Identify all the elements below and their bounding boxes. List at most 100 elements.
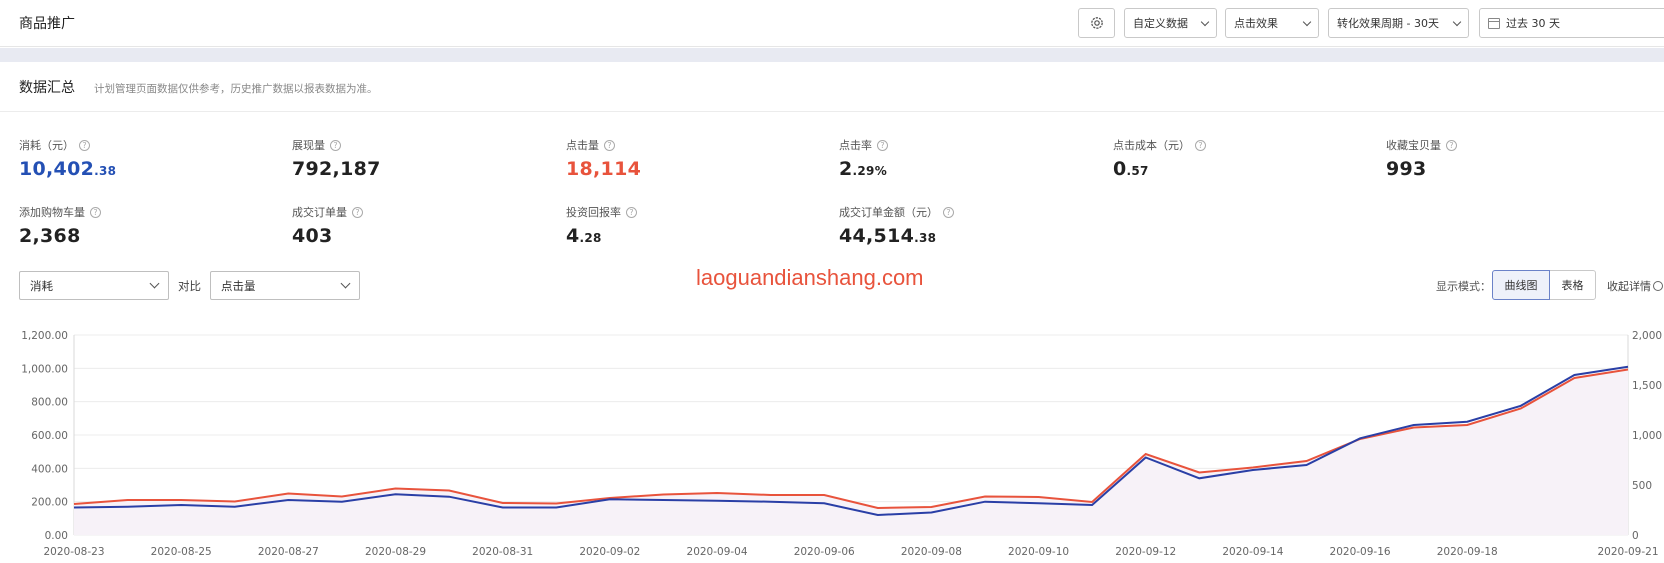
metric-value: 18,114 <box>566 158 642 180</box>
metric-order-amount: 成交订单金额（元）? 44,514.38 <box>839 204 954 247</box>
help-icon[interactable]: ? <box>79 139 90 151</box>
y-tick-label: 800.00 <box>31 397 68 409</box>
x-axis: 2020-08-23 2020-08-25 2020-08-27 2020-08-29… <box>43 546 1658 558</box>
summary-header: 数据汇总 计划管理页面数据仅供参考，历史推广数据以报表数据为准。 <box>0 63 1664 112</box>
metric-label: 点击量 <box>566 139 599 152</box>
help-icon[interactable]: ? <box>1446 139 1457 151</box>
metric-value: 993 <box>1386 158 1427 180</box>
metric-value: 2,368 <box>19 225 81 247</box>
x-tick-label: 2020-09-16 <box>1330 546 1391 558</box>
y-axis-right: 0 500 1,000 1,500 2,000 <box>1632 330 1662 542</box>
custom-data-label: 自定义数据 <box>1133 17 1188 30</box>
summary-note: 计划管理页面数据仅供参考，历史推广数据以报表数据为准。 <box>94 83 378 95</box>
y-tick-label: 1,200.00 <box>21 330 68 342</box>
page-title: 商品推广 <box>19 16 75 32</box>
mode-curve-button[interactable]: 曲线图 <box>1492 270 1550 300</box>
metric-favorites: 收藏宝贝量? 993 <box>1386 137 1457 180</box>
metric-label: 点击率 <box>839 139 872 152</box>
section-divider-band <box>0 48 1664 62</box>
watermark-text: laoguandianshang.com <box>696 265 924 290</box>
clicks-area <box>74 369 1628 535</box>
y2-tick-label: 500 <box>1632 480 1652 492</box>
chevron-down-icon <box>1302 17 1312 26</box>
y2-tick-label: 1,500 <box>1632 380 1662 392</box>
top-bar: 商品推广 自定义数据 点击效果 转化效果周期 - 30天 过去 30 天 <box>0 0 1664 47</box>
metric-clicks: 点击量? 18,114 <box>566 137 641 180</box>
chevron-down-icon <box>1452 17 1462 26</box>
metric-value: 10,402.38 <box>19 158 117 180</box>
metric-ctr: 点击率? 2.29% <box>839 137 888 180</box>
display-mode-label: 显示模式： <box>1436 280 1491 293</box>
help-icon[interactable]: ? <box>626 206 637 218</box>
compare-label: 对比 <box>178 279 201 293</box>
chevron-down-icon <box>340 278 351 289</box>
metric-label: 展现量 <box>292 139 325 152</box>
metric-value: 2.29% <box>839 158 888 180</box>
y-tick-label: 200.00 <box>31 497 68 509</box>
help-icon[interactable]: ? <box>877 139 888 151</box>
summary-title: 数据汇总 <box>19 80 75 96</box>
help-icon[interactable]: ? <box>1195 139 1206 151</box>
date-range-picker[interactable]: 过去 30 天 <box>1479 8 1664 38</box>
y2-tick-label: 2,000 <box>1632 330 1662 342</box>
metric-value: 4.28 <box>566 225 602 247</box>
metric-spend: 消耗（元）? 10,402.38 <box>19 137 116 180</box>
metric-label: 成交订单金额（元） <box>839 206 938 219</box>
x-tick-label: 2020-08-29 <box>365 546 426 558</box>
y-tick-label: 0.00 <box>45 530 68 542</box>
custom-data-dropdown[interactable]: 自定义数据 <box>1124 8 1217 38</box>
chevron-down-icon <box>1200 17 1210 26</box>
collapse-label: 收起详情 <box>1607 280 1651 293</box>
help-icon[interactable]: ? <box>352 206 363 218</box>
x-tick-label: 2020-08-23 <box>43 546 104 558</box>
x-tick-label: 2020-09-14 <box>1222 546 1283 558</box>
metric-label: 投资回报率 <box>566 206 621 219</box>
y2-tick-label: 1,000 <box>1632 430 1662 442</box>
line-chart: 0.00 200.00 400.00 600.00 800.00 1,000.00 1,20… <box>21 330 1662 558</box>
metric-label: 添加购物车量 <box>19 206 85 219</box>
x-tick-label: 2020-09-21 <box>1597 546 1658 558</box>
x-tick-label: 2020-09-08 <box>901 546 962 558</box>
metric-orders: 成交订单量? 403 <box>292 204 363 247</box>
gear-icon <box>1090 17 1103 29</box>
click-effect-label: 点击效果 <box>1234 17 1278 30</box>
metric-label: 消耗（元） <box>19 139 74 152</box>
metric-a-select[interactable]: 消耗 <box>19 271 169 300</box>
settings-button[interactable] <box>1078 8 1115 38</box>
metric-cpc: 点击成本（元）? 0.57 <box>1113 137 1206 180</box>
conversion-period-dropdown[interactable]: 转化效果周期 - 30天 <box>1328 8 1469 38</box>
metric-impressions: 展现量? 792,187 <box>292 137 381 180</box>
metric-b-value: 点击量 <box>221 278 256 293</box>
help-icon[interactable]: ? <box>943 206 954 218</box>
x-tick-label: 2020-08-27 <box>258 546 319 558</box>
metric-label: 收藏宝贝量 <box>1386 139 1441 152</box>
y-tick-label: 1,000.00 <box>21 363 68 375</box>
x-tick-label: 2020-09-06 <box>794 546 855 558</box>
x-tick-label: 2020-09-12 <box>1115 546 1176 558</box>
metric-value: 403 <box>292 225 333 247</box>
chevron-down-icon <box>149 278 160 289</box>
x-tick-label: 2020-09-02 <box>579 546 640 558</box>
calendar-icon <box>1488 17 1500 29</box>
collapse-details-button[interactable]: 收起详情 <box>1607 278 1663 294</box>
mode-table-button[interactable]: 表格 <box>1549 270 1596 300</box>
conversion-period-label: 转化效果周期 - 30天 <box>1337 17 1439 30</box>
metric-value: 44,514.38 <box>839 225 937 247</box>
metric-label: 成交订单量 <box>292 206 347 219</box>
x-tick-label: 2020-08-31 <box>472 546 533 558</box>
y2-tick-label: 0 <box>1632 530 1639 542</box>
click-effect-dropdown[interactable]: 点击效果 <box>1225 8 1319 38</box>
y-axis-left: 0.00 200.00 400.00 600.00 800.00 1,000.00 1,20… <box>21 330 68 542</box>
x-tick-label: 2020-08-25 <box>151 546 212 558</box>
metric-a-value: 消耗 <box>30 278 53 293</box>
metric-roi: 投资回报率? 4.28 <box>566 204 637 247</box>
metric-b-select[interactable]: 点击量 <box>210 271 360 300</box>
date-range-label: 过去 30 天 <box>1506 17 1560 30</box>
help-icon[interactable]: ? <box>604 139 615 151</box>
help-icon[interactable]: ? <box>330 139 341 151</box>
x-tick-label: 2020-09-18 <box>1437 546 1498 558</box>
metric-value: 0.57 <box>1113 158 1149 180</box>
y-tick-label: 600.00 <box>31 430 68 442</box>
x-tick-label: 2020-09-04 <box>687 546 748 558</box>
help-icon[interactable]: ? <box>90 206 101 218</box>
